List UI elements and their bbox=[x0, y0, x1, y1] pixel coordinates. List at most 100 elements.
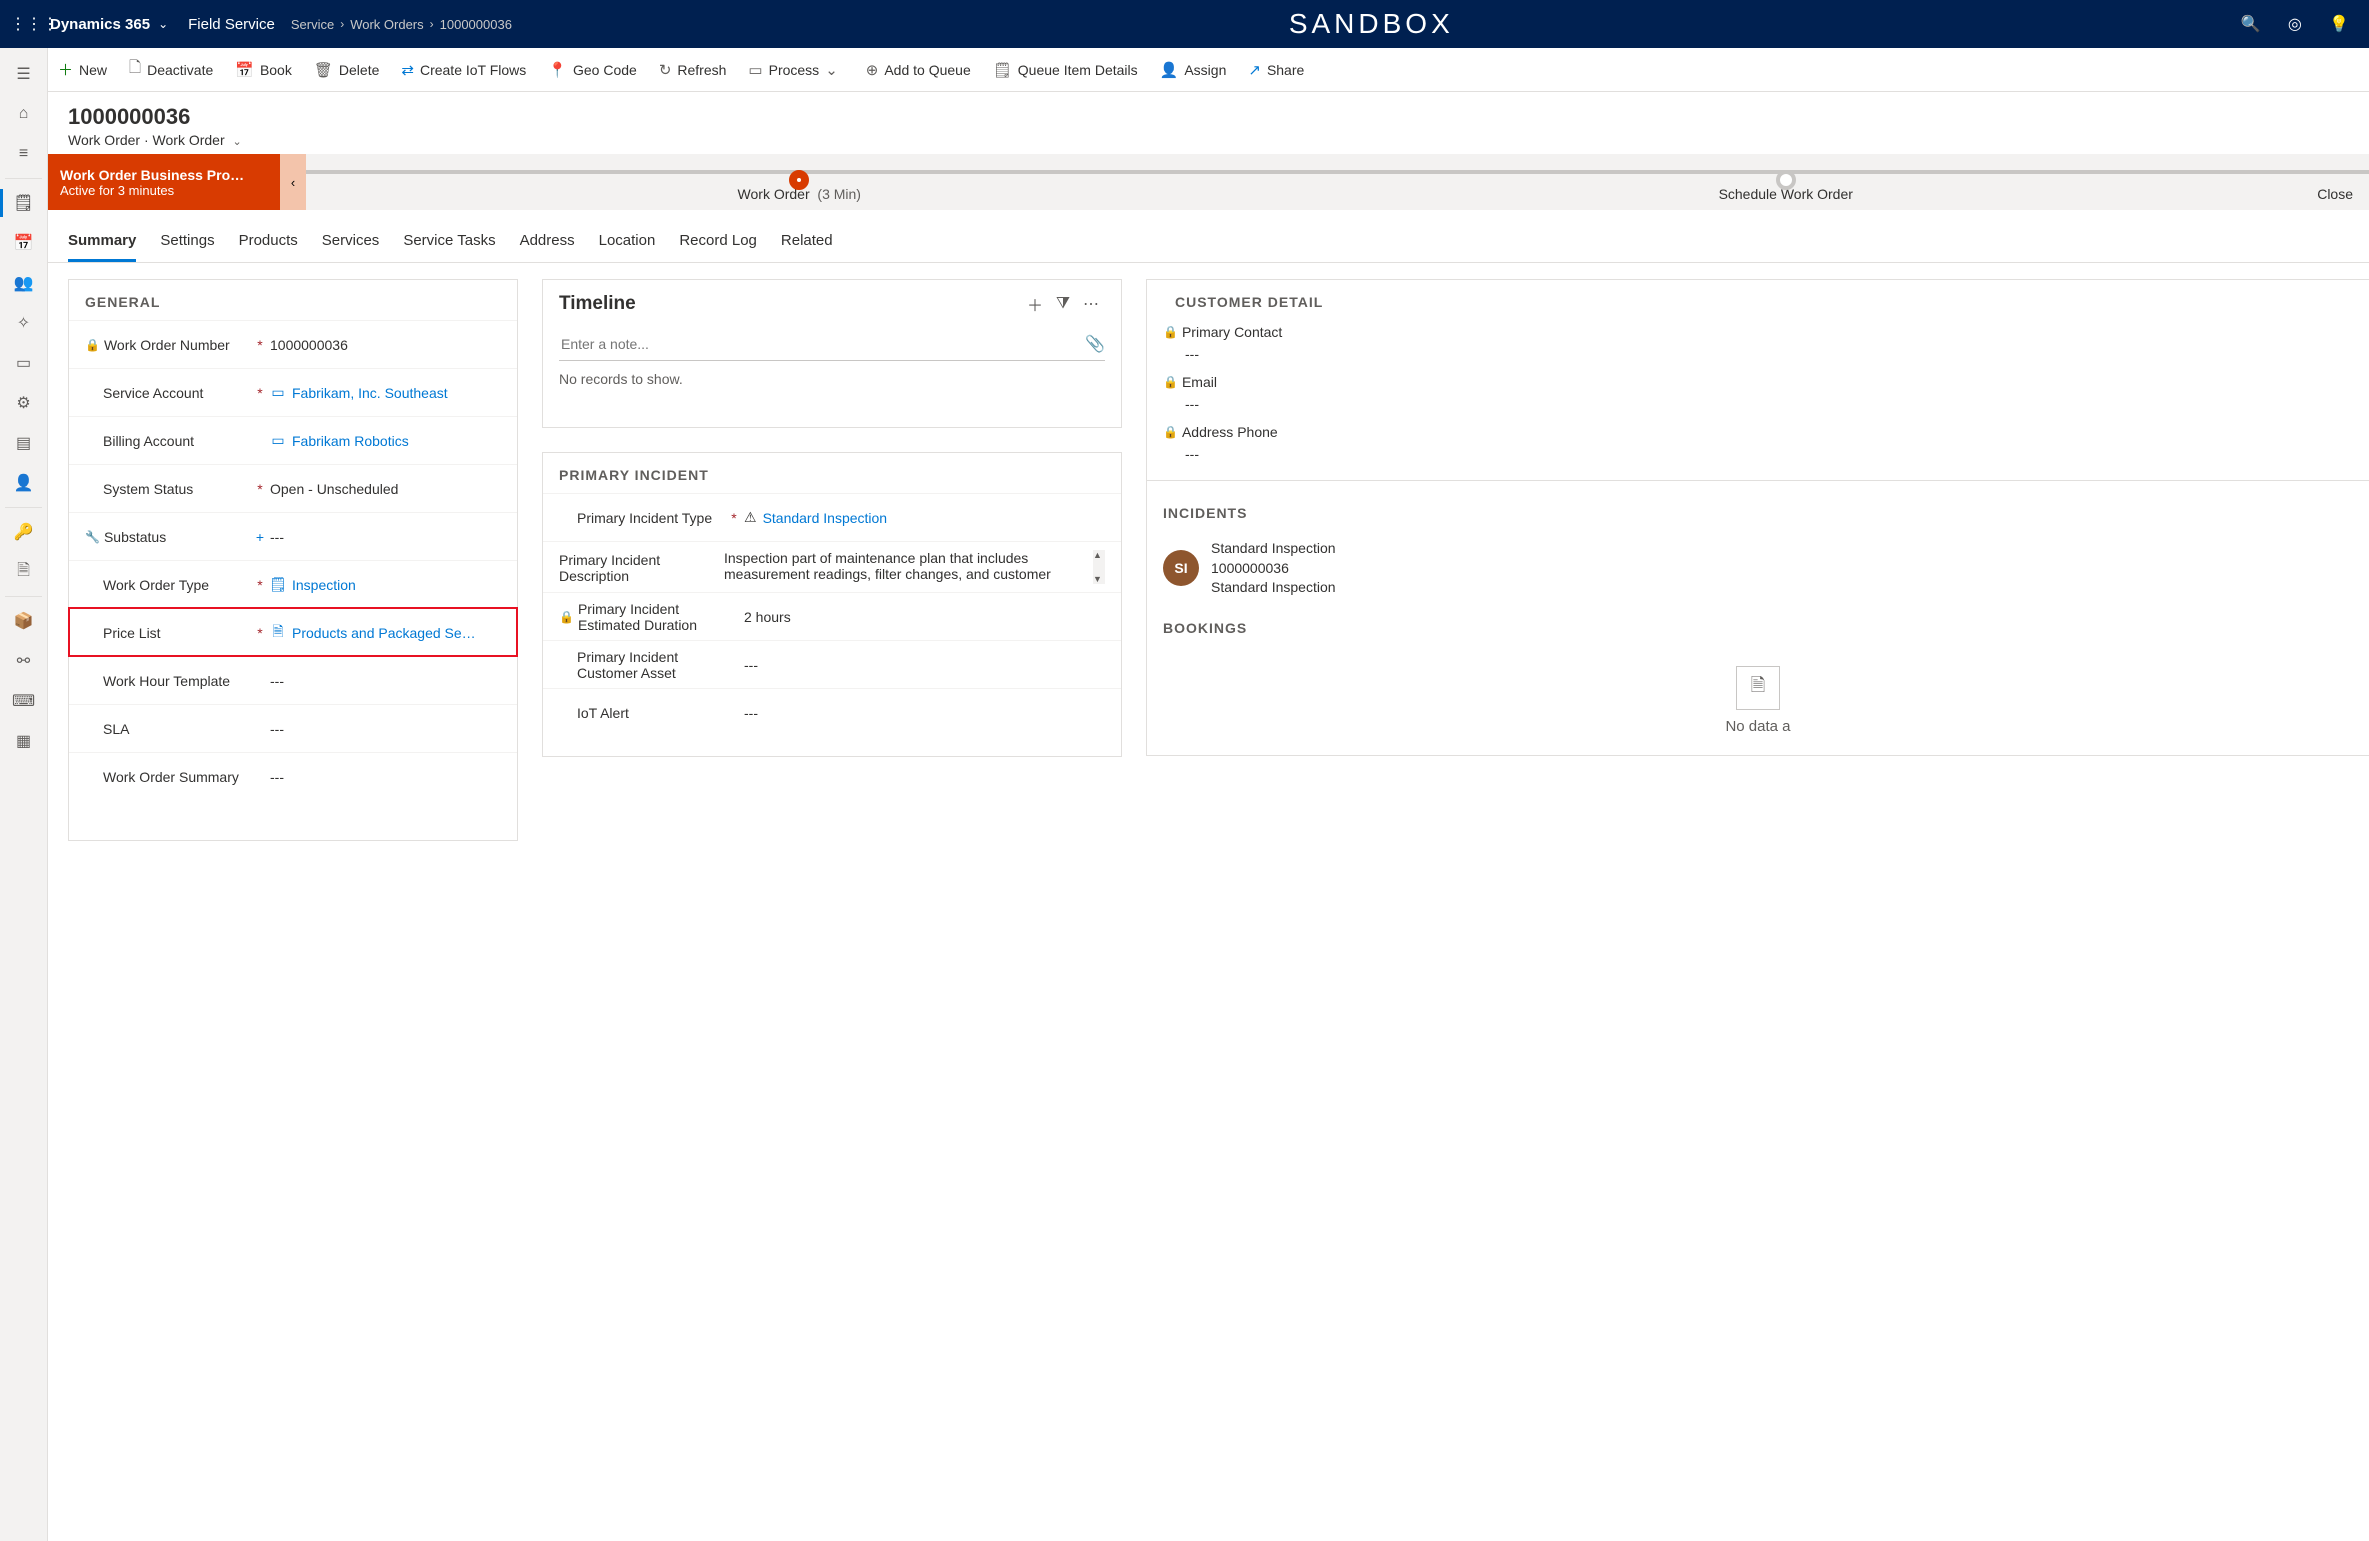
search-icon[interactable]: 🔍 bbox=[2231, 14, 2271, 34]
tab-products[interactable]: Products bbox=[239, 220, 298, 262]
nav-package-icon[interactable]: 📦 bbox=[0, 601, 48, 641]
field-substatus[interactable]: 🔧Substatus + --- bbox=[69, 512, 517, 560]
attach-icon[interactable]: 📎 bbox=[1085, 334, 1105, 354]
timeline-note-input[interactable] bbox=[559, 335, 1085, 353]
scrollbar[interactable]: ▲▼ bbox=[1093, 550, 1105, 584]
tab-settings[interactable]: Settings bbox=[160, 220, 214, 262]
queue-item-details-button[interactable]: 🗒Queue Item Details bbox=[993, 61, 1138, 79]
create-iot-flows-button[interactable]: ⇄Create IoT Flows bbox=[401, 61, 526, 79]
tab-location[interactable]: Location bbox=[599, 220, 656, 262]
nav-contacts-icon[interactable]: 👥 bbox=[0, 263, 48, 303]
document-icon: 🗎 bbox=[1736, 666, 1780, 710]
field-primary-incident-description[interactable]: Primary Incident Description Inspection … bbox=[543, 541, 1121, 592]
bookings-empty: 🗎 No data a bbox=[1147, 646, 2369, 755]
warning-icon: ⚠ bbox=[744, 509, 757, 526]
bookings-title: BOOKINGS bbox=[1147, 606, 2369, 646]
tab-address[interactable]: Address bbox=[520, 220, 575, 262]
field-sla[interactable]: SLA --- bbox=[69, 704, 517, 752]
avatar: SI bbox=[1163, 550, 1199, 586]
new-button[interactable]: ＋New bbox=[58, 59, 107, 80]
refresh-button[interactable]: ↻Refresh bbox=[659, 61, 727, 79]
primary-incident-section: PRIMARY INCIDENT Primary Incident Type *… bbox=[542, 452, 1122, 757]
bpf-stage-schedule[interactable]: Schedule Work Order bbox=[1293, 162, 2280, 202]
more-icon[interactable]: ⋯ bbox=[1077, 294, 1105, 314]
field-price-list[interactable]: Price List * 🗎Products and Packaged Se… bbox=[69, 608, 517, 656]
breadcrumb-0[interactable]: Service bbox=[291, 17, 334, 32]
field-service-account[interactable]: Service Account * ▭Fabrikam, Inc. Southe… bbox=[69, 368, 517, 416]
nav-tree-icon[interactable]: ⚯ bbox=[0, 641, 48, 681]
nav-hamburger-icon[interactable]: ☰ bbox=[0, 54, 48, 94]
field-primary-incident-type[interactable]: Primary Incident Type * ⚠Standard Inspec… bbox=[543, 493, 1121, 541]
geo-code-button[interactable]: 📍Geo Code bbox=[548, 61, 637, 79]
general-section: GENERAL 🔒Work Order Number * 1000000036 … bbox=[68, 279, 518, 841]
nav-card-icon[interactable]: ▭ bbox=[0, 343, 48, 383]
lookup-icon: ▭ bbox=[270, 433, 286, 449]
app-area[interactable]: Field Service bbox=[188, 16, 275, 33]
bpf-stage-work-order[interactable]: Work Order (3 Min) bbox=[306, 162, 1293, 202]
add-to-queue-button[interactable]: ⊕Add to Queue bbox=[866, 61, 971, 79]
bpf-stage-close[interactable]: Close bbox=[2279, 162, 2369, 202]
share-button[interactable]: ↗Share bbox=[1248, 61, 1304, 79]
nav-key-icon[interactable]: 🔑 bbox=[0, 512, 48, 552]
nav-schedule-icon[interactable]: 📅 bbox=[0, 223, 48, 263]
field-work-order-type[interactable]: Work Order Type * 🗒Inspection bbox=[69, 560, 517, 608]
incidents-title: INCIDENTS bbox=[1147, 491, 2369, 531]
tab-record-log[interactable]: Record Log bbox=[679, 220, 757, 262]
lookup-icon: ▭ bbox=[270, 385, 286, 401]
nav-addon-icon[interactable]: ✧ bbox=[0, 303, 48, 343]
environment-badge: SANDBOX bbox=[512, 8, 2231, 40]
tab-services[interactable]: Services bbox=[322, 220, 380, 262]
app-launcher-icon[interactable]: ⋮⋮⋮ bbox=[10, 14, 40, 34]
field-work-hour-template[interactable]: Work Hour Template --- bbox=[69, 656, 517, 704]
bpf-header[interactable]: Work Order Business Pro… Active for 3 mi… bbox=[48, 154, 280, 210]
nav-grid-icon[interactable]: ▦ bbox=[0, 721, 48, 761]
tab-related[interactable]: Related bbox=[781, 220, 833, 262]
nav-template-icon[interactable]: ▤ bbox=[0, 423, 48, 463]
add-icon[interactable]: ＋ bbox=[1021, 292, 1049, 316]
breadcrumb-1[interactable]: Work Orders bbox=[350, 17, 423, 32]
field-email[interactable]: 🔒Email --- bbox=[1147, 370, 2369, 420]
global-actions: 🔍 ◎ 💡 bbox=[2231, 14, 2359, 34]
tab-service-tasks[interactable]: Service Tasks bbox=[403, 220, 495, 262]
product-name[interactable]: Dynamics 365 bbox=[50, 16, 150, 33]
field-primary-incident-asset[interactable]: Primary Incident Customer Asset --- bbox=[543, 640, 1121, 688]
tab-summary[interactable]: Summary bbox=[68, 220, 136, 262]
lightbulb-icon[interactable]: 💡 bbox=[2319, 14, 2359, 34]
nav-doc-icon[interactable]: 🗎 bbox=[0, 552, 48, 592]
nav-asset-icon[interactable]: ⚙ bbox=[0, 383, 48, 423]
general-title: GENERAL bbox=[69, 280, 517, 320]
field-primary-incident-duration[interactable]: 🔒Primary Incident Estimated Duration 2 h… bbox=[543, 592, 1121, 640]
bpf-collapse-button[interactable]: ‹ bbox=[280, 154, 306, 210]
nav-work-orders-icon[interactable]: 🗒 bbox=[0, 183, 48, 223]
field-iot-alert[interactable]: IoT Alert --- bbox=[543, 688, 1121, 736]
field-address-phone[interactable]: 🔒Address Phone --- bbox=[1147, 420, 2369, 470]
nav-misc-icon[interactable]: ⌨ bbox=[0, 681, 48, 721]
field-primary-contact[interactable]: 🔒Primary Contact --- bbox=[1147, 320, 2369, 370]
field-work-order-number[interactable]: 🔒Work Order Number * 1000000036 bbox=[69, 320, 517, 368]
breadcrumb-2[interactable]: 1000000036 bbox=[440, 17, 512, 32]
lock-icon: 🔒 bbox=[1163, 375, 1178, 389]
book-button[interactable]: 📅Book bbox=[235, 61, 292, 79]
nav-home-icon[interactable]: ⌂ bbox=[0, 94, 48, 134]
record-form[interactable]: Work Order bbox=[153, 132, 225, 148]
task-icon[interactable]: ◎ bbox=[2275, 14, 2315, 34]
incident-row[interactable]: SI Standard Inspection 1000000036 Standa… bbox=[1147, 531, 2369, 606]
chevron-right-icon: › bbox=[340, 17, 344, 31]
lock-icon: 🔒 bbox=[559, 610, 574, 624]
nav-user-icon[interactable]: 👤 bbox=[0, 463, 48, 503]
filter-icon[interactable]: ⧩ bbox=[1049, 295, 1077, 313]
primary-incident-title: PRIMARY INCIDENT bbox=[543, 453, 1121, 493]
field-system-status[interactable]: System Status * Open - Unscheduled bbox=[69, 464, 517, 512]
field-billing-account[interactable]: Billing Account ▭Fabrikam Robotics bbox=[69, 416, 517, 464]
chevron-down-icon[interactable]: ⌄ bbox=[158, 17, 168, 31]
field-work-order-summary[interactable]: Work Order Summary --- bbox=[69, 752, 517, 800]
process-button[interactable]: ▭Process⌄ bbox=[748, 61, 843, 79]
timeline-section: Timeline ＋ ⧩ ⋯ 📎 No records to show. bbox=[542, 279, 1122, 428]
assign-button[interactable]: 👤Assign bbox=[1160, 61, 1227, 79]
nav-recent-icon[interactable]: ≡ bbox=[0, 134, 48, 174]
deactivate-button[interactable]: 🗋Deactivate bbox=[129, 57, 213, 82]
lock-icon: 🔒 bbox=[1163, 425, 1178, 439]
global-nav-bar: ⋮⋮⋮ Dynamics 365 ⌄ Field Service Service… bbox=[0, 0, 2369, 48]
delete-button[interactable]: 🗑Delete bbox=[314, 61, 380, 79]
chevron-down-icon[interactable]: ⌄ bbox=[233, 136, 242, 148]
